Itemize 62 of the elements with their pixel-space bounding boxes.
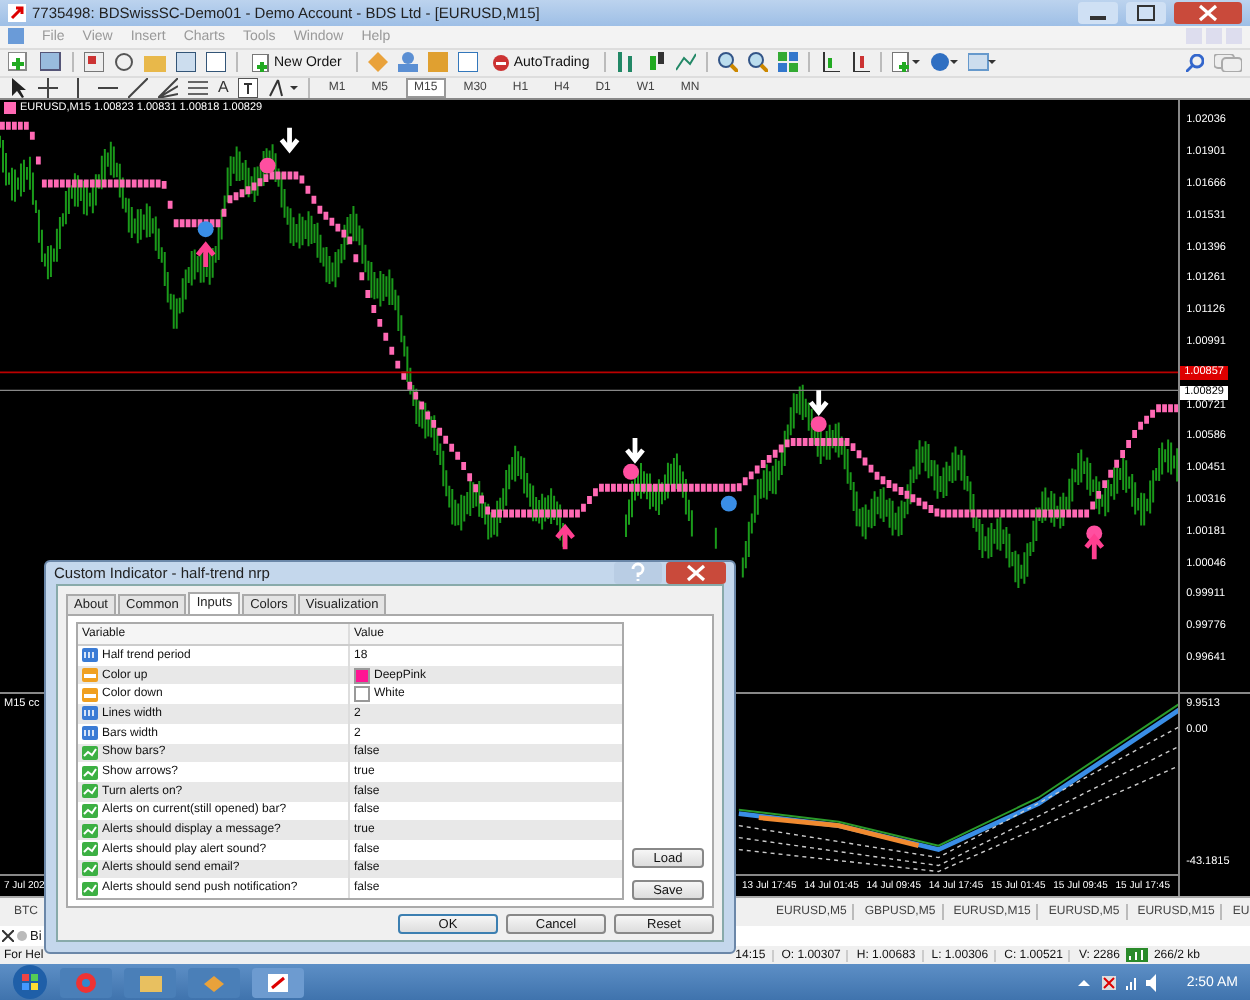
parameter-type-icon <box>82 745 98 760</box>
app-icon <box>8 3 26 22</box>
bar-chart-icon[interactable] <box>615 52 636 73</box>
search-icon[interactable] <box>1186 53 1204 72</box>
text-tool[interactable]: A <box>218 78 229 97</box>
auto-scroll-icon[interactable] <box>849 52 870 73</box>
start-button[interactable] <box>12 964 48 1000</box>
stop-icon <box>491 53 510 72</box>
tester-icon[interactable] <box>206 52 226 73</box>
up-arrow-icon <box>554 524 576 553</box>
parameter-type-icon <box>82 765 98 780</box>
menu-icon[interactable] <box>8 28 24 45</box>
people-icon[interactable] <box>397 52 418 73</box>
cursor-icon[interactable] <box>8 77 28 98</box>
folder-taskbar-icon[interactable] <box>124 967 176 997</box>
trendline-icon[interactable] <box>128 77 148 98</box>
parameter-type-icon <box>82 726 98 741</box>
terminal-icon[interactable] <box>176 52 196 73</box>
plus-icon <box>252 53 270 72</box>
clock-icon[interactable] <box>929 52 958 73</box>
help-button[interactable] <box>614 562 662 585</box>
signal-dot <box>197 222 214 238</box>
status-dot-icon <box>16 930 28 943</box>
parameter-type-icon <box>82 823 98 838</box>
zoom-out-icon[interactable] <box>747 52 768 73</box>
line-chart-icon[interactable] <box>675 52 696 73</box>
up-arrow-icon <box>195 242 217 271</box>
parameter-type-icon <box>82 803 98 818</box>
parameter-type-icon <box>82 861 98 876</box>
down-arrow-icon <box>808 388 830 417</box>
close-button[interactable] <box>1174 1 1242 24</box>
minimize-button[interactable] <box>1078 1 1118 24</box>
signal-dot <box>1086 526 1103 543</box>
tile-windows-icon[interactable] <box>777 52 798 73</box>
fan-icon[interactable] <box>158 77 178 98</box>
templates-icon[interactable] <box>967 52 996 73</box>
up-arrow-icon <box>1083 534 1105 563</box>
symbol-icon <box>4 102 16 115</box>
parameter-type-icon <box>82 784 98 799</box>
trading-app-taskbar-icon[interactable] <box>252 967 304 997</box>
signal-dot <box>810 416 827 433</box>
text-label-icon[interactable] <box>238 77 259 98</box>
parameter-type-icon <box>82 842 98 857</box>
channel-icon[interactable] <box>188 77 208 98</box>
market-watch-icon[interactable] <box>84 52 104 73</box>
candlestick-icon[interactable] <box>645 52 666 73</box>
parameter-type-icon <box>82 706 98 721</box>
chart-shift-icon[interactable] <box>819 52 840 73</box>
signal-dot <box>720 496 737 513</box>
parameter-type-icon <box>82 881 98 896</box>
down-arrow-icon <box>279 126 300 155</box>
close-icon[interactable] <box>2 930 14 943</box>
navigator-icon[interactable] <box>114 52 134 73</box>
maximize-button[interactable] <box>1126 1 1166 24</box>
crosshair-icon[interactable] <box>38 77 58 98</box>
arrows-icon[interactable] <box>268 77 299 98</box>
close-button[interactable] <box>666 562 726 585</box>
signal-dot <box>623 464 639 481</box>
zoom-in-icon[interactable] <box>717 52 738 73</box>
down-arrow-icon <box>624 436 646 465</box>
signal-dot <box>259 158 276 175</box>
indicators-icon[interactable] <box>891 52 920 73</box>
